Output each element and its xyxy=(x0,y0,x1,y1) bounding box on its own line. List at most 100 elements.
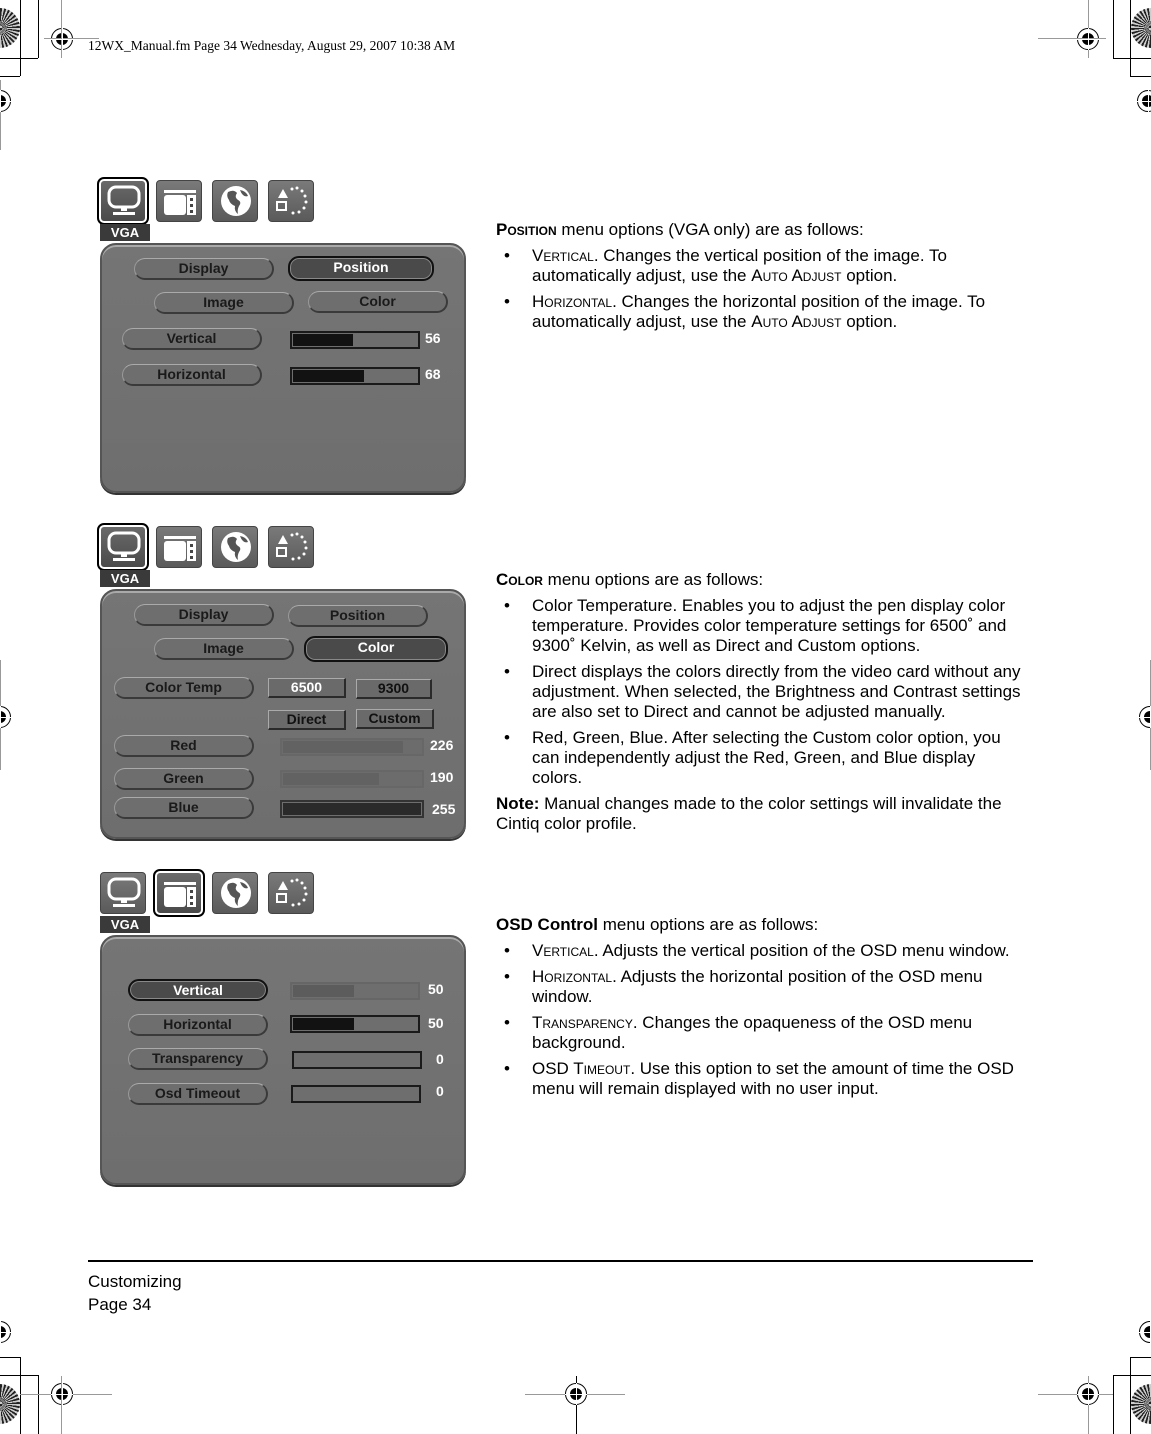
value-blue: 255 xyxy=(432,801,456,817)
section-heading: OSD Control menu options are as follows: xyxy=(496,915,819,934)
registration-mark-icon xyxy=(1077,1383,1099,1405)
bullet-item: • Horizontal. Adjusts the horizontal pos… xyxy=(504,967,983,1006)
auto-adjust-icon xyxy=(276,532,308,561)
menu-button-image[interactable]: Image xyxy=(154,292,294,314)
tab-display-settings[interactable] xyxy=(97,523,149,571)
menu-button-color[interactable]: Color xyxy=(308,291,448,313)
slider-vertical[interactable] xyxy=(290,331,420,349)
bullet-item: • Horizontal. Changes the horizontal pos… xyxy=(504,292,986,331)
value-osd-timeout: 0 xyxy=(436,1083,444,1099)
bullet-item: • Color Temperature. Enables you to adju… xyxy=(504,596,1007,655)
color-bar-burst-icon xyxy=(1131,8,1151,48)
color-bar-burst-icon xyxy=(0,1384,20,1424)
tab-auto-adjust[interactable] xyxy=(268,526,314,568)
tab-language[interactable] xyxy=(212,872,258,914)
footer-page-number: Page 34 xyxy=(88,1295,152,1314)
slider-horizontal[interactable] xyxy=(290,1015,420,1033)
slider-horizontal[interactable] xyxy=(290,367,420,385)
bullet-item: • Vertical. Adjusts the vertical positio… xyxy=(504,941,1010,960)
osd-panel: Display Position Image Color Vertical 56… xyxy=(100,243,466,493)
tab-osd-control[interactable] xyxy=(156,180,202,222)
value-vertical: 56 xyxy=(425,330,441,346)
slider-osd-timeout[interactable] xyxy=(291,1085,421,1103)
footer-rule xyxy=(88,1260,1033,1262)
osd-tab-bar: VGA xyxy=(96,521,468,587)
slider-vertical[interactable] xyxy=(290,982,420,1000)
bullet-item: • Vertical. Changes the vertical positio… xyxy=(504,246,947,285)
menu-button-color[interactable]: Color xyxy=(304,636,448,662)
slider-fill xyxy=(283,773,379,785)
value-horizontal: 50 xyxy=(428,1015,444,1031)
slider-fill xyxy=(283,803,421,815)
tab-language[interactable] xyxy=(212,526,258,568)
osd-window-icon xyxy=(164,190,196,215)
slider-fill xyxy=(293,1018,354,1030)
tab-auto-adjust[interactable] xyxy=(268,180,314,222)
osd-window-icon xyxy=(164,536,196,561)
slider-fill xyxy=(293,334,353,346)
section-color: Color menu options are as follows: • Col… xyxy=(496,570,1026,834)
setting-label-horizontal[interactable]: Horizontal xyxy=(128,1014,268,1036)
menu-button-position[interactable]: Position xyxy=(288,605,428,627)
osd-window-icon xyxy=(164,882,196,907)
tab-osd-control[interactable] xyxy=(156,526,202,568)
setting-label-transparency[interactable]: Transparency xyxy=(128,1048,268,1070)
tab-osd-control[interactable] xyxy=(153,869,205,917)
slider-green[interactable] xyxy=(280,770,424,788)
bullet-item: • OSD Timeout. Use this option to set th… xyxy=(504,1059,1014,1098)
setting-label-green[interactable]: Green xyxy=(114,768,254,790)
globe-icon xyxy=(221,186,251,216)
bullet-item: • Red, Green, Blue. After selecting the … xyxy=(504,728,1001,787)
temp-option-9300[interactable]: 9300 xyxy=(356,679,432,699)
osd-panel: Display Position Image Color Color Temp … xyxy=(100,589,466,839)
monitor-icon xyxy=(107,185,141,215)
registration-mark-icon xyxy=(0,1321,11,1343)
menu-button-display[interactable]: Display xyxy=(134,258,274,280)
temp-option-custom[interactable]: Custom xyxy=(356,709,434,729)
value-vertical: 50 xyxy=(428,981,444,997)
setting-label-vertical[interactable]: Vertical xyxy=(122,328,262,350)
temp-option-6500[interactable]: 6500 xyxy=(268,678,346,698)
source-label: VGA xyxy=(100,224,150,241)
tab-display-settings[interactable] xyxy=(100,872,146,914)
monitor-icon xyxy=(107,877,141,907)
osd-tab-bar: VGA xyxy=(96,175,468,241)
note: Note: Manual changes made to the color s… xyxy=(496,794,1002,833)
osd-screenshot-osd-control: VGA Vertical 50 Horizontal 50 Transparen… xyxy=(96,867,468,1192)
tab-language[interactable] xyxy=(212,180,258,222)
menu-button-position[interactable]: Position xyxy=(288,256,434,281)
bullet-item: • Transparency. Changes the opaqueness o… xyxy=(504,1013,973,1052)
slider-fill xyxy=(293,370,365,382)
color-bar-burst-icon xyxy=(1131,1384,1151,1424)
registration-mark-icon xyxy=(1077,28,1099,50)
slider-fill xyxy=(293,985,354,997)
setting-label-horizontal[interactable]: Horizontal xyxy=(122,364,262,386)
tab-auto-adjust[interactable] xyxy=(268,872,314,914)
setting-label-red[interactable]: Red xyxy=(114,735,254,757)
source-label: VGA xyxy=(100,570,150,587)
menu-button-display[interactable]: Display xyxy=(134,604,274,626)
slider-blue[interactable] xyxy=(280,800,424,818)
registration-mark-icon xyxy=(1139,1321,1151,1343)
section-osd-control: OSD Control menu options are as follows:… xyxy=(496,915,1026,1099)
menu-button-image[interactable]: Image xyxy=(154,638,294,660)
section-heading: Color menu options are as follows: xyxy=(496,570,764,589)
registration-mark-icon xyxy=(1139,706,1151,728)
source-label: VGA xyxy=(100,916,150,933)
slider-transparency[interactable] xyxy=(292,1051,422,1069)
registration-mark-icon xyxy=(51,28,73,50)
osd-screenshot-position: VGA Display Position Image Color Vertica… xyxy=(96,175,468,500)
document-slug: 12WX_Manual.fm Page 34 Wednesday, August… xyxy=(88,38,456,53)
setting-label-blue[interactable]: Blue xyxy=(114,797,254,819)
tab-display-settings[interactable] xyxy=(97,177,149,225)
section-heading: Position menu options (VGA only) are as … xyxy=(496,220,864,239)
slider-red[interactable] xyxy=(280,738,424,756)
setting-label-osd-timeout[interactable]: Osd Timeout xyxy=(128,1083,268,1105)
value-red: 226 xyxy=(430,737,454,753)
section-position: Position menu options (VGA only) are as … xyxy=(496,220,1026,332)
setting-label-vertical[interactable]: Vertical xyxy=(128,979,268,1001)
temp-option-direct[interactable]: Direct xyxy=(268,710,346,730)
setting-label-color-temp[interactable]: Color Temp xyxy=(114,677,254,699)
globe-icon xyxy=(221,532,251,562)
registration-mark-icon xyxy=(0,706,11,728)
